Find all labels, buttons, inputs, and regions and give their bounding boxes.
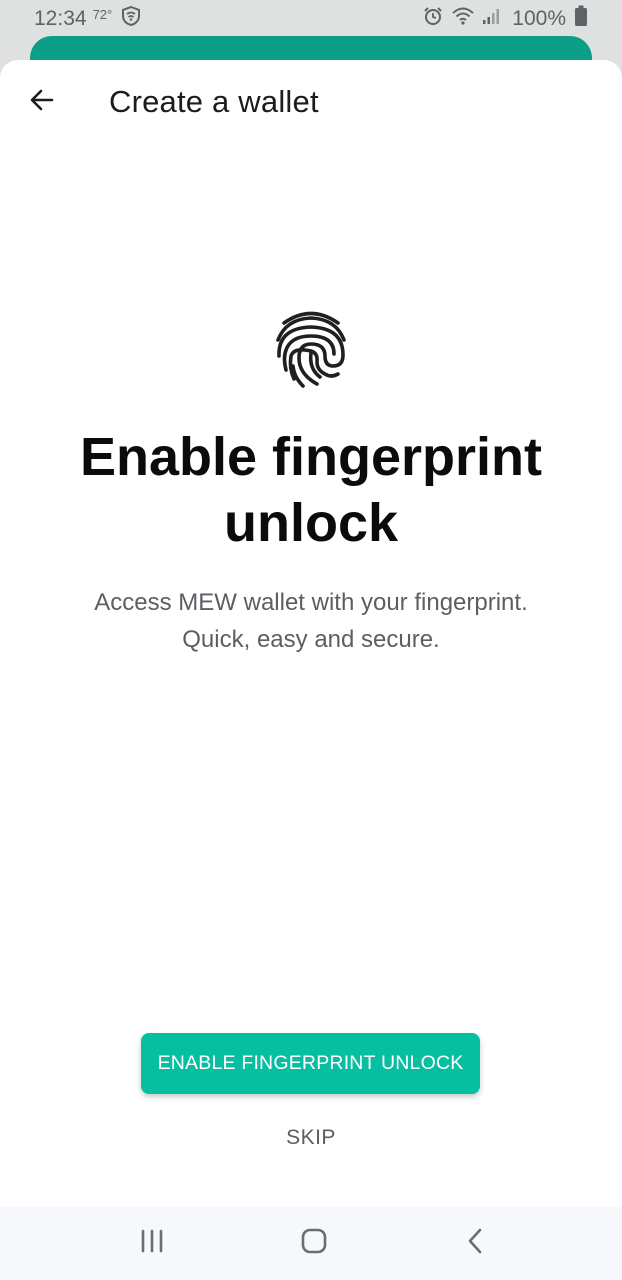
description-line-2: Quick, easy and secure. [182, 626, 440, 653]
home-button[interactable] [294, 1225, 334, 1261]
status-bar: 12:34 72° 100% [0, 0, 622, 38]
nav-back-button[interactable] [456, 1225, 496, 1261]
wifi-icon [452, 6, 474, 32]
app-header: Create a wallet [0, 60, 622, 148]
recents-button[interactable] [132, 1225, 172, 1261]
home-icon [300, 1227, 328, 1260]
status-time: 12:34 [34, 7, 87, 30]
recents-icon [139, 1229, 165, 1258]
system-nav-bar [0, 1207, 622, 1280]
back-icon [465, 1228, 487, 1259]
fingerprint-icon [272, 306, 350, 390]
battery-percent: 100% [512, 7, 566, 30]
create-wallet-sheet: Create a wallet Enable fingerprint unloc… [0, 60, 622, 1207]
status-right: 100% [422, 5, 588, 33]
skip-button[interactable]: SKIP [261, 1120, 361, 1156]
back-button[interactable] [22, 82, 62, 122]
alarm-icon [422, 5, 444, 33]
status-left: 12:34 72° [34, 5, 142, 33]
signal-icon [482, 7, 502, 31]
arrow-left-icon [28, 86, 56, 119]
description-line-1: Access MEW wallet with your fingerprint. [94, 589, 528, 616]
description: Access MEW wallet with your fingerprint.… [30, 584, 592, 658]
page-title: Create a wallet [109, 84, 319, 119]
status-temperature: 72° [92, 6, 113, 22]
enable-fingerprint-button[interactable]: ENABLE FINGERPRINT UNLOCK [141, 1033, 480, 1094]
battery-icon [574, 5, 588, 33]
shield-icon [120, 5, 142, 33]
headline: Enable fingerprint unlock [79, 427, 543, 553]
